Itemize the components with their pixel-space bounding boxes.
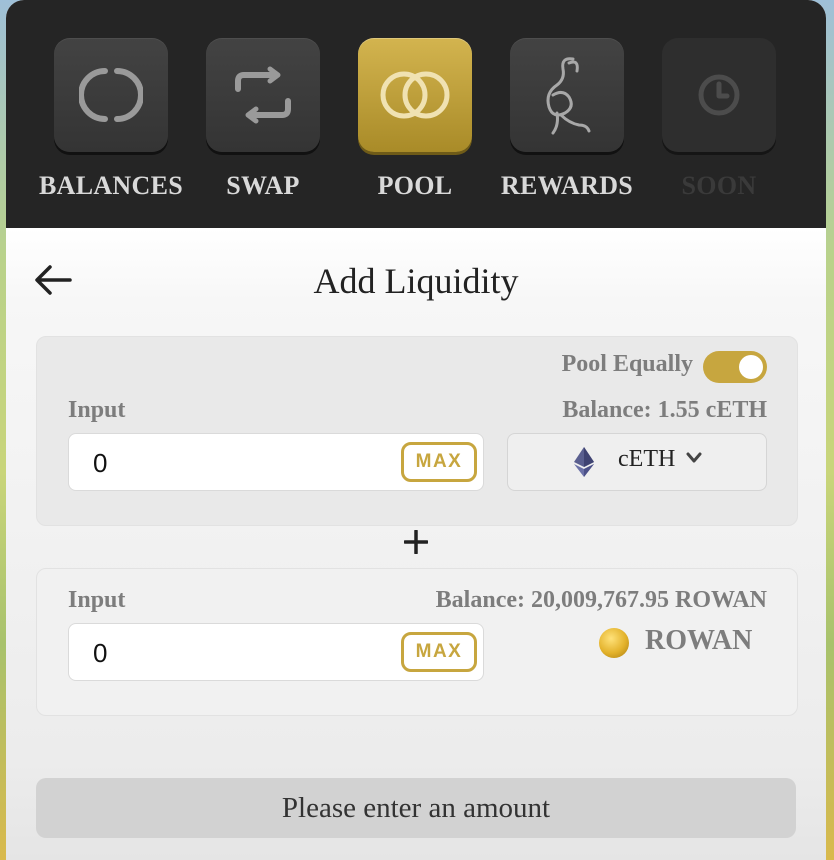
nav-pool[interactable]: POOL	[336, 38, 486, 218]
input-label: Input	[68, 397, 126, 423]
nav-balances[interactable]: BALANCES	[32, 38, 183, 218]
chevron-down-icon	[686, 452, 702, 463]
nav-pool-label: POOL	[377, 171, 453, 200]
ethereum-icon	[574, 447, 594, 477]
amount-input-box: MAX	[68, 433, 484, 491]
plus-icon	[404, 530, 428, 554]
nav-balances-label: BALANCES	[39, 171, 183, 200]
rowan-token: ROWAN	[599, 625, 753, 665]
token-name: ROWAN	[645, 625, 753, 656]
token-select[interactable]: cETH	[507, 433, 767, 491]
page-header: Add Liquidity	[6, 254, 826, 314]
nav-soon-label: SOON	[681, 171, 757, 200]
nav-rewards-button[interactable]	[510, 38, 624, 152]
page-title: Add Liquidity	[313, 261, 519, 301]
max-button[interactable]: MAX	[401, 632, 477, 672]
pool-equally-toggle[interactable]	[703, 351, 767, 383]
pool-equally-label: Pool Equally	[561, 351, 693, 377]
token-name: cETH	[618, 446, 676, 472]
liquidity-panel: BALANCES SWAP POOL REWARDS SOON Add Liqu…	[6, 0, 826, 860]
amount-input[interactable]	[91, 634, 395, 672]
submit-button[interactable]: Please enter an amount	[36, 778, 796, 838]
rewards-icon	[546, 57, 591, 135]
nav-soon-button	[662, 38, 776, 152]
rowan-coin-icon	[599, 628, 629, 658]
swap-icon	[235, 66, 291, 124]
toggle-knob	[739, 355, 763, 379]
token-b-card: Input Balance: 20,009,767.95 ROWAN MAX R…	[36, 568, 798, 716]
nav-swap[interactable]: SWAP	[184, 38, 334, 218]
balances-icon	[79, 68, 143, 122]
clock-icon	[698, 74, 740, 116]
nav-soon: SOON	[640, 38, 790, 218]
nav-rewards-label: REWARDS	[500, 171, 634, 200]
nav-rewards[interactable]: REWARDS	[488, 38, 638, 218]
token-a-card: Pool Equally Input Balance: 1.55 cETH MA…	[36, 336, 798, 526]
amount-input-box: MAX	[68, 623, 484, 681]
nav-balances-button[interactable]	[54, 38, 168, 152]
nav-pool-button[interactable]	[358, 38, 472, 152]
balance-text: Balance: 20,009,767.95 ROWAN	[435, 587, 767, 613]
nav-swap-button[interactable]	[206, 38, 320, 152]
top-nav: BALANCES SWAP POOL REWARDS SOON	[6, 0, 826, 228]
balance-text: Balance: 1.55 cETH	[562, 397, 767, 423]
max-button[interactable]: MAX	[401, 442, 477, 482]
nav-swap-label: SWAP	[226, 171, 300, 200]
amount-input[interactable]	[91, 444, 395, 482]
input-label: Input	[68, 587, 126, 613]
pool-icon	[380, 71, 450, 119]
